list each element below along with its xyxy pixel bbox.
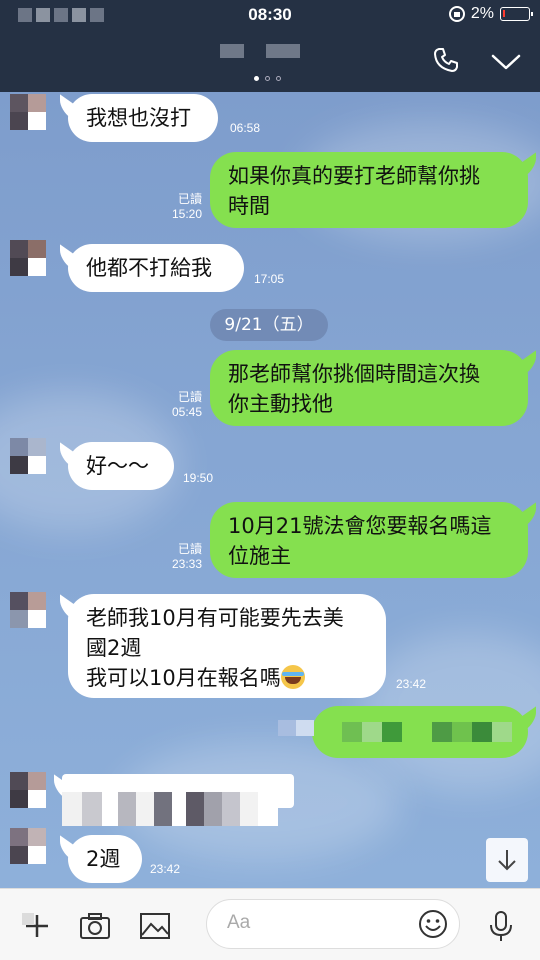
rotation-lock-icon	[448, 6, 465, 22]
avatar[interactable]	[10, 828, 46, 864]
message-input[interactable]: Aa	[206, 899, 460, 949]
message-bubble-in[interactable]: 他都不打給我	[68, 244, 244, 292]
avatar[interactable]	[10, 438, 46, 474]
message-bubble-out-redacted[interactable]	[312, 706, 528, 758]
smiley-icon[interactable]	[417, 908, 449, 940]
avatar[interactable]	[10, 592, 46, 628]
read-receipt: 已讀	[177, 192, 202, 206]
message-composer: Aa	[0, 888, 540, 960]
message-text-line: 老師我10月有可能要先去美	[86, 606, 344, 630]
chat-area[interactable]: 我想也沒打 06:58 如果你真的要打老師幫你挑 時間 已讀 15:20 他都不…	[0, 92, 540, 888]
message-bubble-out[interactable]: 那老師幫你挑個時間這次換 你主動找他	[210, 350, 528, 426]
message-time: 23:33	[171, 557, 202, 571]
date-divider: 9/21（五）	[210, 309, 328, 341]
message-bubble-out[interactable]: 10月21號法會您要報名嗎這 位施主	[210, 502, 528, 578]
avatar[interactable]	[10, 240, 46, 276]
message-meta: 已讀 15:20	[160, 192, 202, 222]
message-text: 好～～	[86, 454, 149, 478]
message-text: 他都不打給我	[86, 256, 212, 280]
message-text-line: 如果你真的要打老師幫你挑	[228, 164, 480, 188]
message-text: 2週	[86, 847, 121, 871]
message-text-line: 你主動找他	[228, 392, 333, 416]
message-meta: 已讀 23:33	[160, 542, 202, 572]
chat-header: 08:30 2%	[0, 0, 540, 92]
chevron-down-icon[interactable]	[490, 52, 522, 72]
message-text-line: 我可以10月在報名嗎	[86, 666, 281, 690]
phone-icon[interactable]	[432, 46, 460, 74]
message-time: 06:58	[230, 121, 261, 135]
avatar[interactable]	[10, 772, 46, 808]
message-time: 17:05	[254, 272, 285, 286]
message-time: 23:42	[396, 677, 427, 691]
tears-of-joy-emoji-icon	[280, 665, 305, 689]
message-bubble-in[interactable]: 老師我10月有可能要先去美 國2週 我可以10月在報名嗎	[68, 594, 386, 698]
plus-icon[interactable]	[20, 909, 54, 943]
status-bar: 08:30 2%	[0, 0, 540, 30]
message-text-line: 時間	[228, 194, 270, 218]
message-time: 15:20	[171, 207, 202, 221]
message-input-placeholder: Aa	[227, 912, 251, 933]
message-text-line: 10月21號法會您要報名嗎這	[228, 514, 492, 538]
avatar[interactable]	[10, 94, 46, 130]
camera-icon[interactable]	[78, 909, 112, 943]
scroll-to-bottom-button[interactable]	[486, 838, 528, 882]
message-text-line: 國2週	[86, 636, 142, 660]
battery-icon	[500, 7, 533, 21]
page-indicator	[254, 76, 281, 81]
arrow-down-icon	[498, 850, 516, 871]
message-text-line: 位施主	[228, 544, 291, 568]
redacted-pixels	[62, 792, 278, 826]
image-icon[interactable]	[138, 909, 172, 943]
message-text: 我想也沒打	[86, 106, 191, 130]
redacted-pixels	[278, 720, 314, 736]
message-text-line: 那老師幫你挑個時間這次換	[228, 362, 480, 386]
message-bubble-in[interactable]: 好～～	[68, 442, 174, 490]
message-meta: 已讀 05:45	[160, 390, 202, 420]
message-time: 23:42	[150, 862, 181, 876]
message-time: 05:45	[171, 405, 202, 419]
battery-percent: 2%	[470, 5, 494, 22]
microphone-icon[interactable]	[484, 909, 518, 943]
read-receipt: 已讀	[177, 390, 202, 404]
contact-name-redacted[interactable]	[220, 44, 300, 58]
message-bubble-in[interactable]: 我想也沒打	[68, 94, 218, 142]
message-time: 19:50	[183, 471, 214, 485]
message-bubble-in[interactable]: 2週	[68, 835, 142, 883]
read-receipt: 已讀	[177, 542, 202, 556]
message-bubble-out[interactable]: 如果你真的要打老師幫你挑 時間	[210, 152, 528, 228]
